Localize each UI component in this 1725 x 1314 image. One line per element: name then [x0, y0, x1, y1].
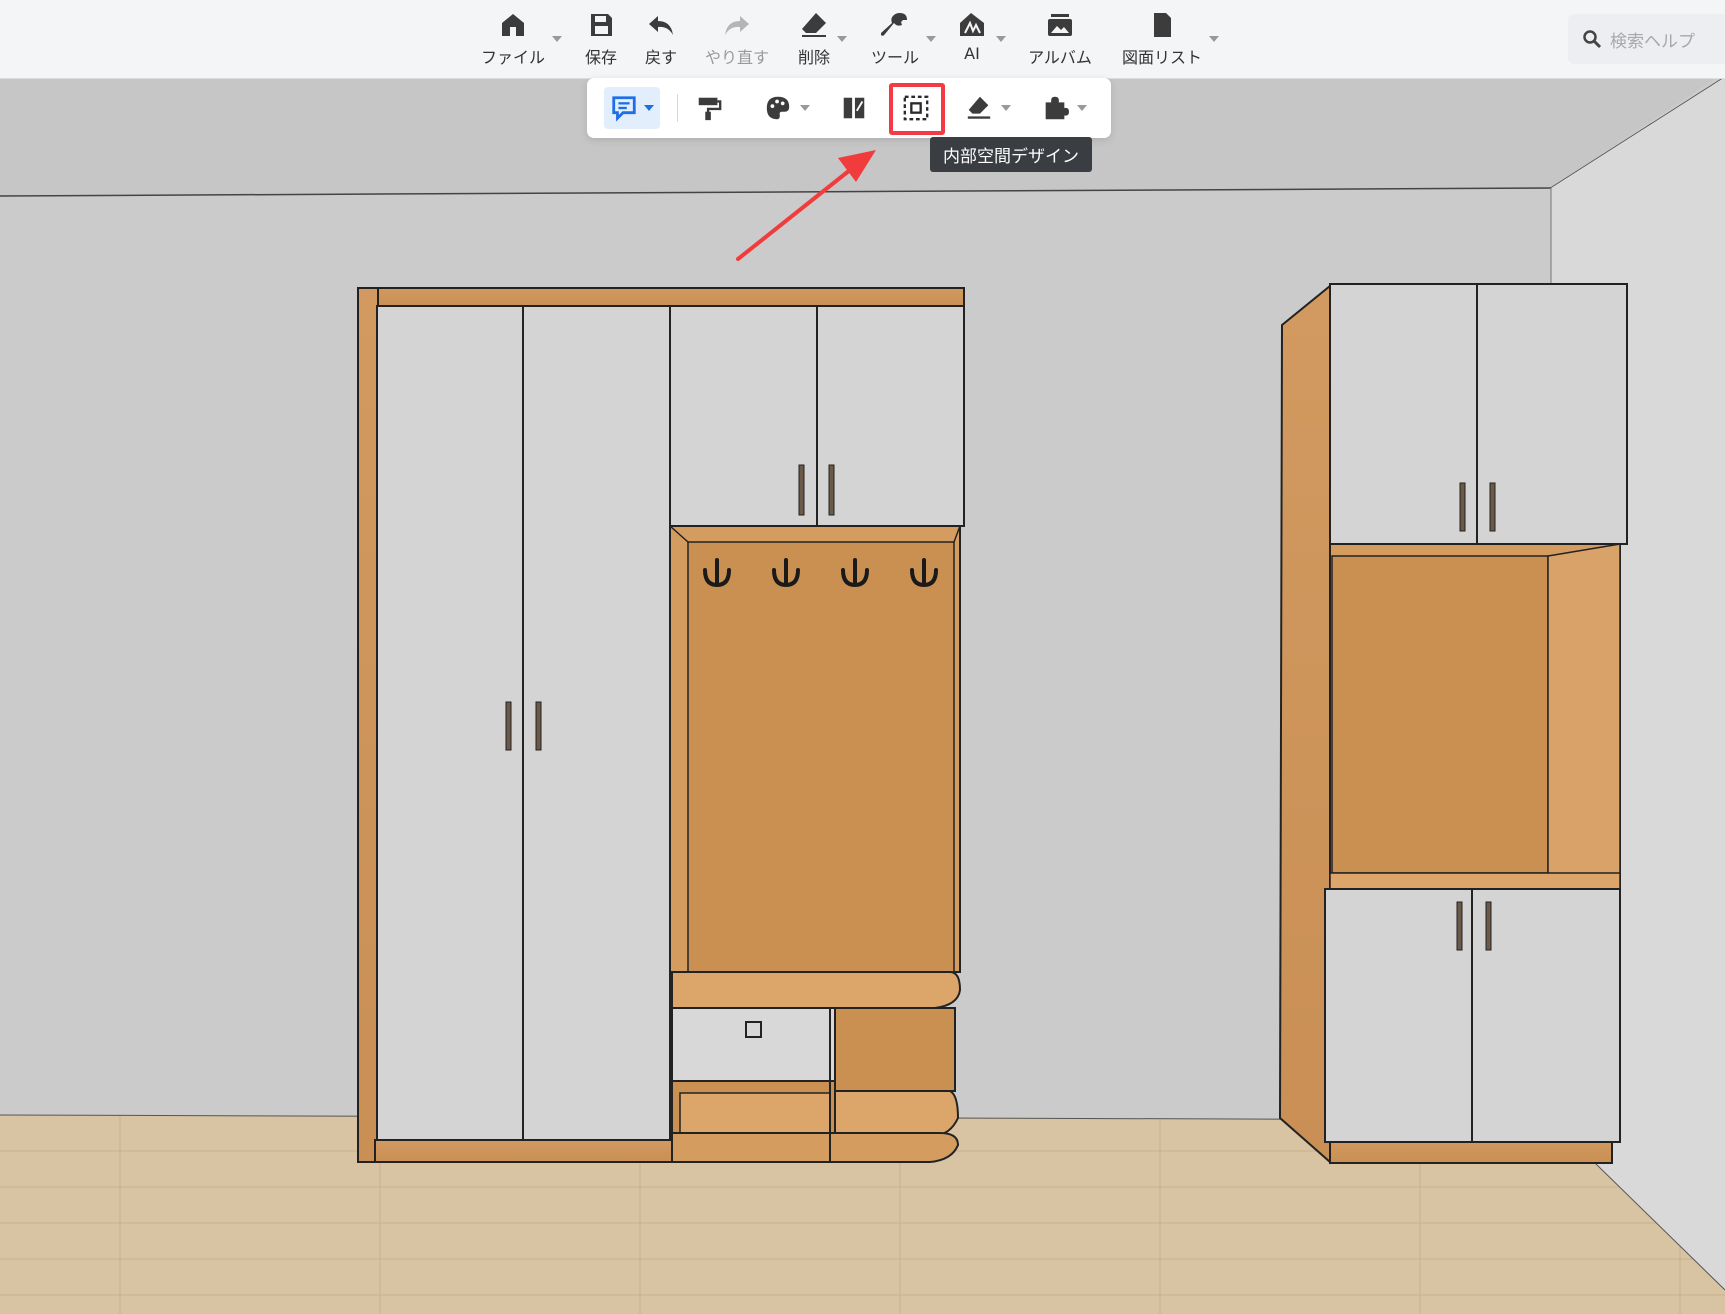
search-placeholder: 検索ヘルプ: [1610, 31, 1695, 52]
drawing-list-caret-icon[interactable]: [1209, 36, 1219, 42]
upper-door-left[interactable]: [669, 305, 818, 527]
3d-viewport[interactable]: [0, 79, 1725, 1314]
design-subtoolbar: [587, 78, 1111, 138]
redo-icon: [725, 16, 749, 35]
door-panel-icon: [843, 97, 865, 119]
right-lower-door-right[interactable]: [1471, 888, 1621, 1143]
help-search-input[interactable]: 検索ヘルプ: [1568, 14, 1725, 64]
document-icon: [1154, 13, 1171, 37]
delete-caret-icon[interactable]: [837, 36, 847, 42]
tall-door-right[interactable]: [522, 305, 671, 1141]
drawer[interactable]: [671, 1007, 836, 1082]
home-icon: [502, 14, 524, 36]
right-lower-door-left[interactable]: [1324, 888, 1473, 1143]
save-label: 保存: [584, 48, 617, 67]
wrench-icon: [881, 13, 907, 36]
drawing-list-button[interactable]: 図面リスト: [1121, 10, 1203, 70]
edge-banding-caret-icon[interactable]: [1001, 105, 1011, 111]
album-label: アルバム: [1028, 48, 1092, 67]
tooltip: 内部空間デザイン: [930, 137, 1092, 172]
file-menu-button[interactable]: ファイル: [474, 10, 552, 70]
hallway-cabinet-right[interactable]: [1278, 283, 1628, 1165]
right-upper-door-left[interactable]: [1329, 283, 1478, 545]
material-palette-button[interactable]: [759, 87, 815, 129]
redo-label: やり直す: [704, 48, 769, 67]
right-upper-door-right[interactable]: [1476, 283, 1628, 545]
main-toolbar: ファイル 保存 戻す やり直す 削除 ツール AI アルバム 図面リスト 検索ヘ…: [0, 0, 1725, 79]
ai-caret-icon[interactable]: [996, 36, 1006, 42]
ai-label: AI: [964, 44, 980, 63]
plugin-icon: [1045, 96, 1069, 120]
palette-caret-icon[interactable]: [800, 105, 810, 111]
edge-banding-icon: [967, 96, 991, 119]
hallway-cabinet-left[interactable]: [357, 287, 965, 1163]
file-caret-icon[interactable]: [552, 36, 562, 42]
edge-banding-button[interactable]: [959, 87, 1017, 129]
plugin-caret-icon[interactable]: [1077, 105, 1087, 111]
undo-button[interactable]: 戻す: [622, 10, 700, 70]
bench-seat[interactable]: [671, 971, 962, 1009]
door-panel-button[interactable]: [832, 87, 876, 129]
ai-icon: [960, 13, 984, 36]
save-icon: [591, 14, 612, 36]
search-icon: [1583, 30, 1602, 49]
drawing-list-label: 図面リスト: [1121, 48, 1202, 67]
album-icon: [1048, 14, 1072, 36]
tools-label: ツール: [870, 48, 919, 67]
tall-door-left[interactable]: [376, 305, 524, 1141]
board-edit-icon: [612, 96, 636, 122]
eraser-icon: [802, 13, 826, 37]
upper-door-right[interactable]: [816, 305, 965, 527]
album-button[interactable]: アルバム: [1021, 10, 1099, 70]
delete-label: 削除: [797, 48, 830, 67]
highlight-box: [889, 83, 945, 135]
undo-label: 戻す: [644, 48, 677, 67]
tools-menu-button[interactable]: ツール: [855, 10, 935, 70]
plugin-button[interactable]: [1035, 87, 1093, 129]
redo-button[interactable]: やり直す: [697, 10, 777, 70]
palette-icon: [766, 96, 790, 120]
paint-roller-icon: [698, 97, 722, 121]
divider: [677, 94, 678, 122]
file-label: ファイル: [480, 48, 545, 67]
paint-roller-button[interactable]: [687, 87, 731, 129]
board-edit-button[interactable]: [604, 87, 660, 129]
undo-icon: [649, 16, 673, 35]
board-edit-caret-icon[interactable]: [644, 105, 654, 111]
